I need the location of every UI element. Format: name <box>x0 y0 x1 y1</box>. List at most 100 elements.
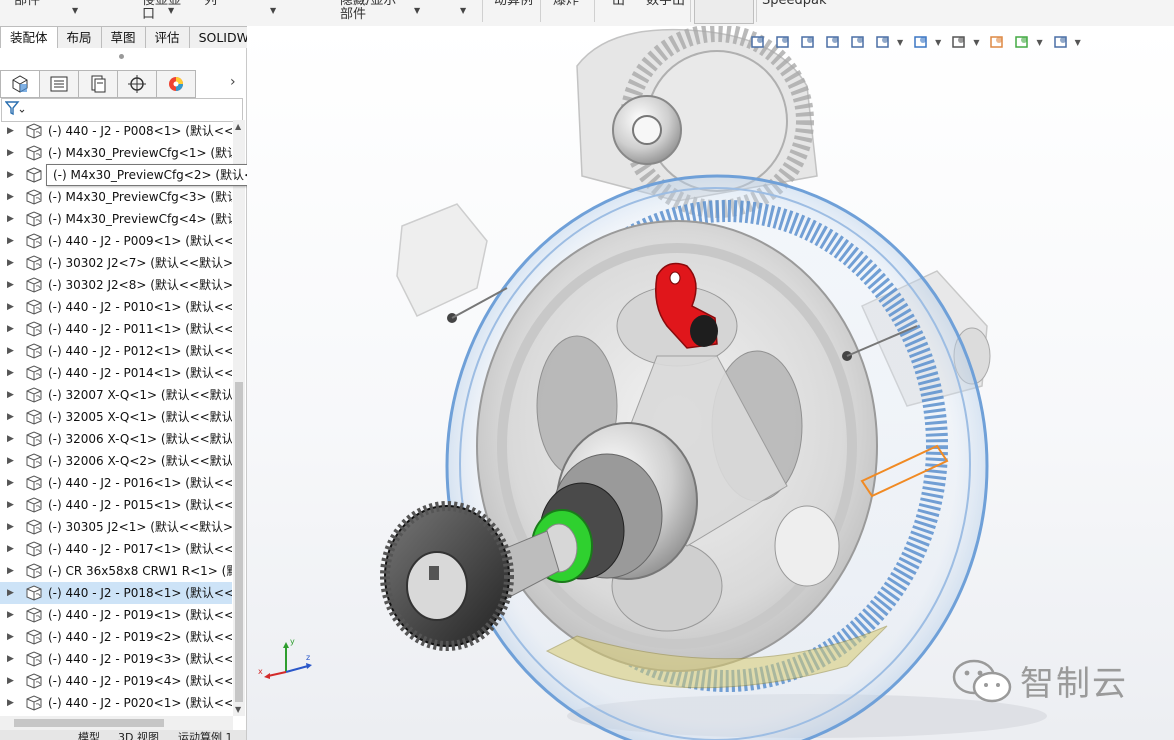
tree-item[interactable]: ▶ (-) 30302 J2<8> (默认<<默认>_ <box>0 274 232 296</box>
gearbox-model[interactable] <box>247 26 1174 740</box>
dropdown-arrow-icon[interactable]: ▼ <box>460 6 466 15</box>
scroll-up-icon[interactable]: ▲ <box>235 122 241 131</box>
apply-scene-icon[interactable] <box>1011 31 1033 53</box>
expand-arrow-icon[interactable]: ▶ <box>7 384 14 406</box>
tree-item[interactable]: ▶ (-) M4x30_PreviewCfg<3> (默认 <box>0 186 232 208</box>
expand-arrow-icon[interactable]: ▶ <box>7 230 14 252</box>
scrollbar-thumb[interactable] <box>14 719 164 727</box>
zoom-to-fit-icon[interactable] <box>747 31 769 53</box>
tree-item[interactable]: ▶ (-) 32005 X-Q<1> (默认<<默认> <box>0 406 232 428</box>
tree-item[interactable]: ▶ (-) CR 36x58x8 CRW1 R<1> (默认 <box>0 560 232 582</box>
panel-splitter-handle[interactable] <box>119 54 124 59</box>
dimxpert-icon[interactable] <box>118 70 157 98</box>
hide-show-items-icon[interactable] <box>948 31 970 53</box>
expand-arrow-icon[interactable]: ▶ <box>7 252 14 274</box>
ribbon-button[interactable]: Speedpak <box>762 0 827 8</box>
ribbon-button[interactable]: 列 <box>204 0 217 8</box>
dropdown-arrow-icon[interactable]: ▼ <box>1036 38 1042 47</box>
expand-arrow-icon[interactable]: ▶ <box>7 472 14 494</box>
expand-arrow-icon[interactable]: ▶ <box>7 208 14 230</box>
tree-item[interactable]: ▶ (-) 440 - J2 - P010<1> (默认<<默 <box>0 296 232 318</box>
tree-item[interactable]: ▶ (-) 440 - J2 - P009<1> (默认<<默 <box>0 230 232 252</box>
tree-item[interactable]: ▶ (-) 30305 J2<1> (默认<<默认>_ <box>0 516 232 538</box>
expand-arrow-icon[interactable]: ▶ <box>7 494 14 516</box>
expand-arrow-icon[interactable]: ▶ <box>7 626 14 648</box>
tree-horizontal-scrollbar[interactable] <box>0 716 233 730</box>
expand-arrow-icon[interactable]: ▶ <box>7 604 14 626</box>
expand-arrow-icon[interactable]: ▶ <box>7 648 14 670</box>
expand-arrow-icon[interactable]: ▶ <box>7 274 14 296</box>
ribbon-button[interactable]: 出 <box>612 0 625 8</box>
tree-item[interactable]: ▶ (-) 440 - J2 - P016<1> (默认<<默 <box>0 472 232 494</box>
view-settings-icon[interactable] <box>1050 31 1072 53</box>
zoom-to-area-icon[interactable] <box>772 31 794 53</box>
dropdown-arrow-icon[interactable]: ▼ <box>935 38 941 47</box>
tree-item[interactable]: ▶ (-) M4x30_PreviewCfg<1> (默认 <box>0 142 232 164</box>
tree-item[interactable]: ▶ (-) 440 - J2 - P015<1> (默认<<默 <box>0 494 232 516</box>
tree-item[interactable]: ▶ (-) 440 - J2 - P019<4> (默认<<默 <box>0 670 232 692</box>
tree-vertical-scrollbar[interactable]: ▲ ▼ <box>233 120 245 716</box>
expand-arrow-icon[interactable]: ▶ <box>7 516 14 538</box>
ribbon-button[interactable]: 数字出 <box>646 0 685 8</box>
view-orientation-icon[interactable] <box>872 31 894 53</box>
expand-arrow-icon[interactable]: ▶ <box>7 296 14 318</box>
tab-3[interactable]: 评估 <box>145 26 190 49</box>
tree-item[interactable]: ▶ (-) 440 - J2 - P014<1> (默认<<默 <box>0 362 232 384</box>
property-manager-icon[interactable] <box>40 70 79 98</box>
display-style-icon[interactable] <box>910 31 932 53</box>
expand-arrow-icon[interactable]: ▶ <box>7 362 14 384</box>
bottom-tab-1[interactable]: 3D 视图 <box>118 732 159 740</box>
expand-arrow-icon[interactable]: ▶ <box>7 186 14 208</box>
tab-0[interactable]: 装配体 <box>0 26 58 49</box>
dropdown-arrow-icon[interactable]: ▼ <box>973 38 979 47</box>
dynamic-annotation-icon[interactable] <box>847 31 869 53</box>
dropdown-arrow-icon[interactable]: ▼ <box>414 6 420 15</box>
tree-item[interactable]: ▶ (-) 440 - J2 - P019<1> (默认<<默 <box>0 604 232 626</box>
expand-arrow-icon[interactable]: ▶ <box>7 450 14 472</box>
tree-item[interactable]: ▶ (-) 440 - J2 - P020<1> (默认<<默 <box>0 692 232 714</box>
configuration-manager-icon[interactable] <box>79 70 118 98</box>
tab-1[interactable]: 布局 <box>57 26 102 49</box>
expand-arrow-icon[interactable]: ▶ <box>7 670 14 692</box>
tree-item[interactable]: ▶ (-) 440 - J2 - P011<1> (默认<<默 <box>0 318 232 340</box>
ribbon-selected-button[interactable] <box>694 0 754 24</box>
expand-arrow-icon[interactable]: ▶ <box>7 538 14 560</box>
graphics-viewport[interactable]: y z x 智制云 <box>247 26 1174 740</box>
tree-item[interactable]: ▶ (-) 30302 J2<7> (默认<<默认>_ <box>0 252 232 274</box>
tree-item[interactable]: ▶ (-) 440 - J2 - P019<2> (默认<<默 <box>0 626 232 648</box>
dropdown-arrow-icon[interactable]: ▼ <box>168 6 174 15</box>
ribbon-button[interactable]: 动算例 <box>494 0 533 8</box>
ribbon-button[interactable]: 侵显显 口 <box>142 0 181 22</box>
ribbon-button[interactable]: 爆炸 <box>553 0 579 8</box>
tree-item[interactable]: ▶ (-) 440 - J2 - P018<1> (默认<<默 <box>0 582 232 604</box>
expand-arrow-icon[interactable]: ▶ <box>7 340 14 362</box>
tree-item[interactable]: ▶ (-) 440 - J2 - P019<3> (默认<<默 <box>0 648 232 670</box>
scrollbar-thumb[interactable] <box>235 382 243 702</box>
expand-arrow-icon[interactable]: ▶ <box>7 582 14 604</box>
tree-item[interactable]: ▶ (-) M4x30_PreviewCfg<4> (默认 <box>0 208 232 230</box>
filter-icon[interactable] <box>4 101 25 120</box>
expand-arrow-icon[interactable]: ▶ <box>7 692 14 714</box>
dropdown-arrow-icon[interactable]: ▼ <box>270 6 276 15</box>
tree-item[interactable]: ▶ (-) 440 - J2 - P017<1> (默认<<默 <box>0 538 232 560</box>
ribbon-button[interactable]: 部件 <box>14 0 40 8</box>
dropdown-arrow-icon[interactable]: ▼ <box>897 38 903 47</box>
bottom-tab-2[interactable]: 运动算例 1 <box>178 732 233 740</box>
scroll-down-icon[interactable]: ▼ <box>235 705 241 714</box>
previous-view-icon[interactable] <box>797 31 819 53</box>
expand-arrow-icon[interactable]: ▶ <box>7 120 14 142</box>
expand-arrow-icon[interactable]: ▶ <box>7 428 14 450</box>
dropdown-arrow-icon[interactable]: ▼ <box>1075 38 1081 47</box>
tab-2[interactable]: 草图 <box>101 26 146 49</box>
expand-arrow-icon[interactable]: ▶ <box>7 318 14 340</box>
feature-manager-icon[interactable] <box>0 70 40 98</box>
dropdown-arrow-icon[interactable]: ▼ <box>72 6 78 15</box>
tree-item[interactable]: ▶ (-) 32006 X-Q<1> (默认<<默认> <box>0 428 232 450</box>
bottom-tab-0[interactable]: 模型 <box>78 732 100 740</box>
expand-arrow-icon[interactable]: ▶ <box>7 560 14 582</box>
edit-appearance-icon[interactable] <box>986 31 1008 53</box>
tree-item[interactable]: ▶ (-) 440 - J2 - P008<1> (默认<<默 <box>0 120 232 142</box>
tree-item[interactable]: ▶ (-) 440 - J2 - P012<1> (默认<<默 <box>0 340 232 362</box>
section-view-icon[interactable] <box>822 31 844 53</box>
chevron-right-icon[interactable]: › <box>230 74 236 90</box>
